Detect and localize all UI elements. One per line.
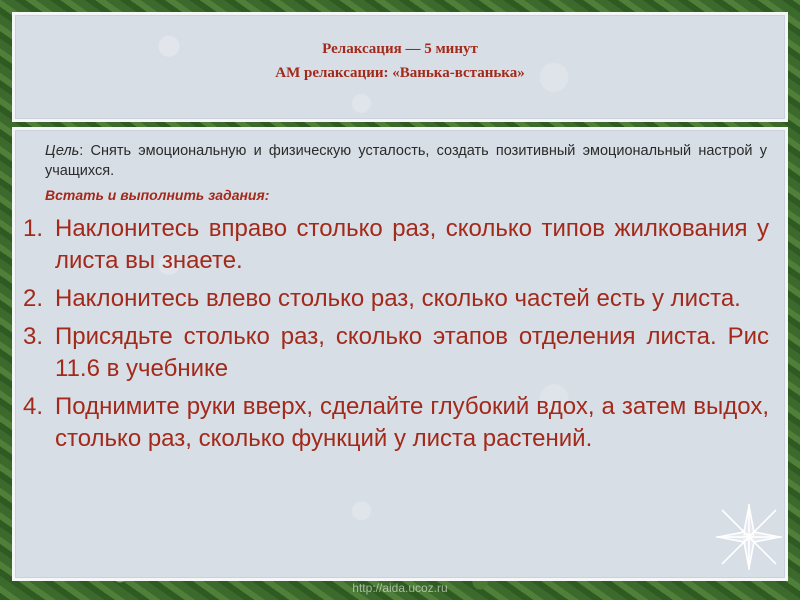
goal-text: : Снять эмоциональную и физическую устал… [45,143,767,179]
list-item: 4. Поднимите руки вверх, сделайте глубок… [23,391,769,455]
task-text: Наклонитесь вправо столько раз, сколько … [55,215,769,274]
task-text: Поднимите руки вверх, сделайте глубокий … [55,393,769,452]
slide-number: 57 [743,532,755,544]
list-item: 3. Присядьте столько раз, сколько этапов… [23,321,769,385]
watermark: http://aida.ucoz.ru [352,581,448,595]
task-number: 4. [23,393,44,420]
title-line-1: Релаксация — 5 минут [322,41,478,57]
slide-title: Релаксация — 5 минут АМ релаксации: «Ван… [15,37,785,85]
task-text: Наклонитесь влево столько раз, сколько ч… [55,285,741,312]
goal-paragraph: Цель: Снять эмоциональную и физическую у… [45,141,767,181]
content-panel: Цель: Снять эмоциональную и физическую у… [12,127,788,581]
task-text: Присядьте столько раз, сколько этапов от… [55,323,769,382]
compass-star-icon: 57 [716,504,782,570]
list-item: 2. Наклонитесь влево столько раз, скольк… [23,283,769,315]
title-line-2: АМ релаксации: «Ванька-встанька» [275,65,525,81]
instruction-text: Встать и выполнить задания: [45,187,270,203]
task-list: 1. Наклонитесь вправо столько раз, сколь… [23,213,769,461]
task-number: 1. [23,215,44,242]
goal-label: Цель [45,143,80,159]
task-number: 3. [23,323,44,350]
list-item: 1. Наклонитесь вправо столько раз, сколь… [23,213,769,277]
title-panel: Релаксация — 5 минут АМ релаксации: «Ван… [12,12,788,122]
task-number: 2. [23,285,44,312]
